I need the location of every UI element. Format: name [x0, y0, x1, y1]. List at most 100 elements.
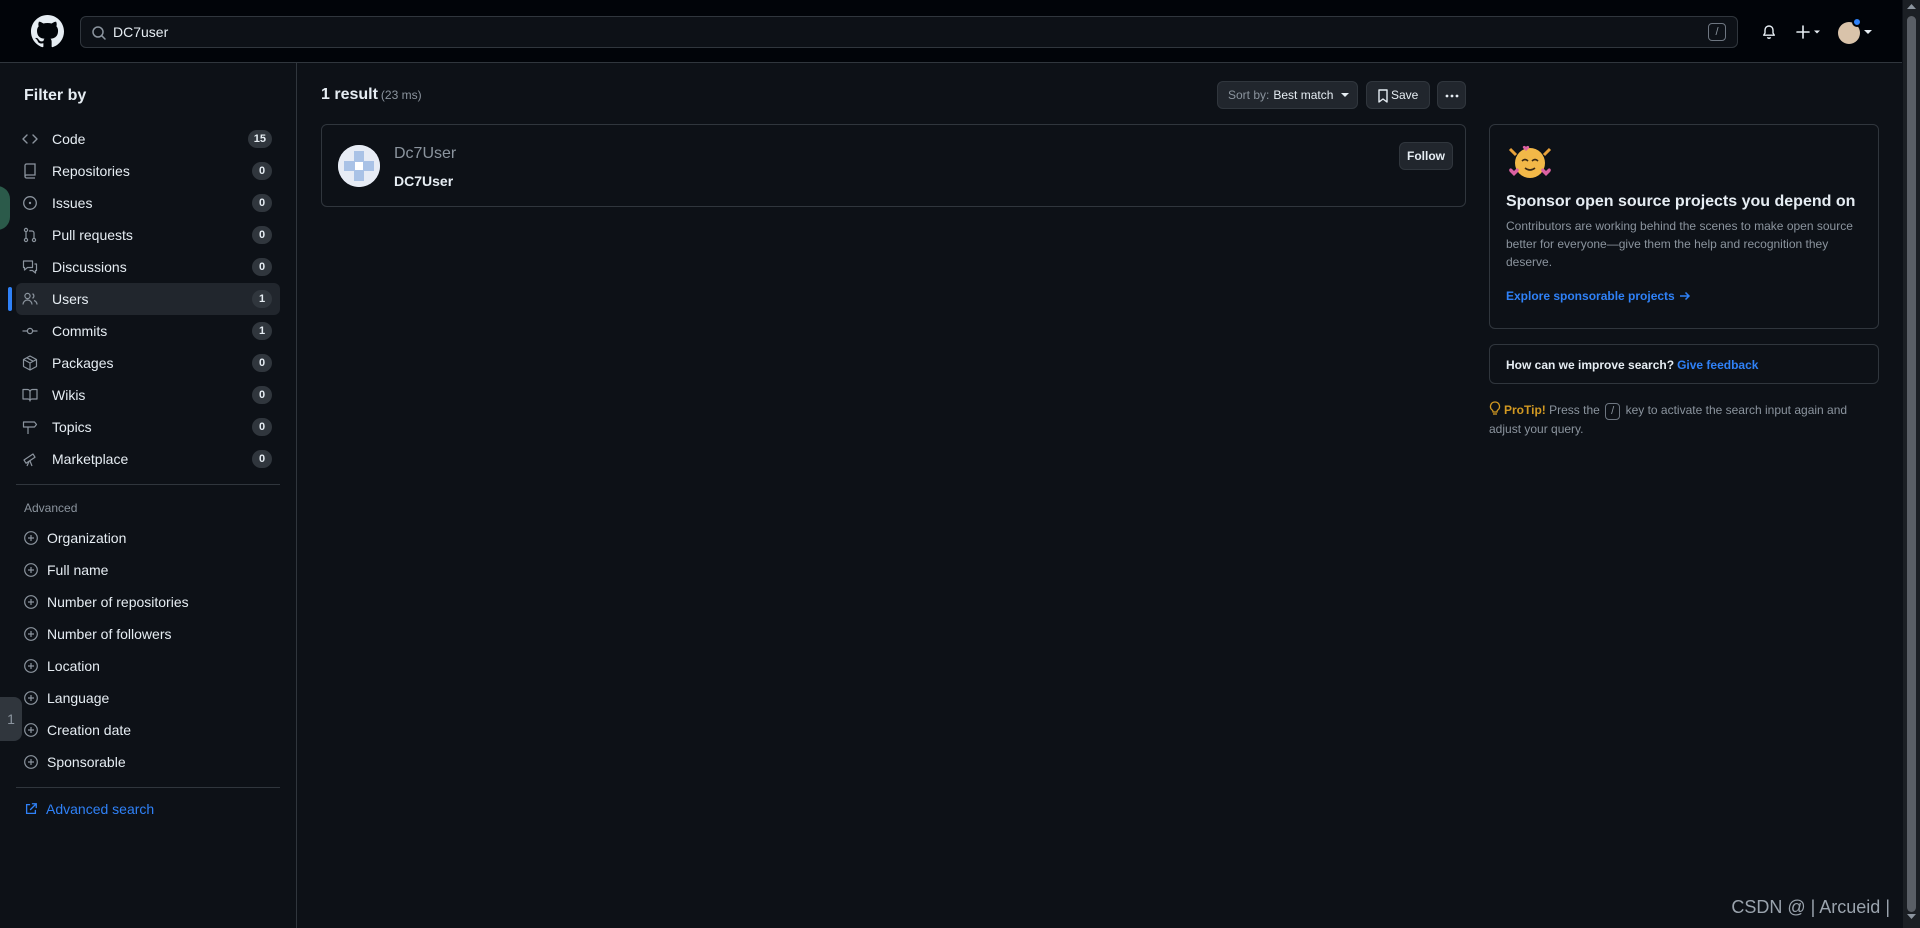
- search-icon: [91, 25, 107, 41]
- plus-circle-icon: [23, 658, 39, 674]
- page-scrollbar[interactable]: [1903, 0, 1920, 928]
- scrollbar-thumb[interactable]: [1907, 16, 1916, 912]
- sidebar-item-repositories[interactable]: Repositories 0: [16, 155, 280, 187]
- sponsor-description: Contributors are working behind the scen…: [1506, 219, 1853, 269]
- save-search-button[interactable]: Save: [1366, 81, 1430, 109]
- follow-button[interactable]: Follow: [1399, 142, 1453, 170]
- count-badge: 15: [247, 130, 272, 148]
- create-new-plus-icon[interactable]: [1796, 24, 1824, 40]
- sidebar-item-label: Marketplace: [52, 451, 129, 467]
- top-header: /: [0, 0, 1902, 63]
- advanced-filter-label: Creation date: [47, 722, 132, 738]
- advanced-filter-label: Number of repositories: [47, 594, 189, 610]
- repo-icon: [22, 163, 38, 179]
- explore-sponsorable-link[interactable]: Explore sponsorable projects: [1506, 289, 1691, 303]
- count-badge: 0: [252, 194, 272, 212]
- people-icon: [22, 291, 38, 307]
- code-icon: [22, 131, 38, 147]
- sidebar-item-marketplace[interactable]: Marketplace 0: [16, 443, 280, 475]
- advanced-filter-language[interactable]: Language: [16, 682, 280, 714]
- sidebar-item-label: Topics: [52, 419, 92, 435]
- count-badge: 0: [252, 418, 272, 436]
- pull-request-icon: [22, 227, 38, 243]
- advanced-search-label: Advanced search: [46, 801, 155, 817]
- sidebar-item-code[interactable]: Code 15: [16, 123, 280, 155]
- sort-prefix: Sort by:: [1228, 88, 1270, 102]
- count-badge: 0: [252, 354, 272, 372]
- arrow-right-icon: [1679, 290, 1691, 302]
- results-time: (23 ms): [380, 88, 422, 102]
- notifications-bell-icon[interactable]: [1761, 24, 1777, 40]
- light-bulb-icon: [1489, 401, 1501, 416]
- plus-circle-icon: [23, 722, 39, 738]
- advanced-filter-label: Full name: [47, 562, 109, 578]
- sidebar-item-pull-requests[interactable]: Pull requests 0: [16, 219, 280, 251]
- sidebar-divider: [16, 787, 280, 788]
- advanced-filter-full-name[interactable]: Full name: [16, 554, 280, 586]
- sort-value: Best match: [1273, 88, 1334, 102]
- explore-sponsorable-label: Explore sponsorable projects: [1506, 289, 1675, 303]
- advanced-filter-label: Organization: [47, 530, 127, 546]
- advanced-filter-label: Language: [47, 690, 110, 706]
- sidebar-item-issues[interactable]: Issues 0: [16, 187, 280, 219]
- external-link-icon: [24, 802, 38, 816]
- more-options-button[interactable]: [1437, 81, 1466, 109]
- sidebar-item-commits[interactable]: Commits 1: [16, 315, 280, 347]
- scroll-up-arrow-icon[interactable]: [1907, 3, 1916, 9]
- advanced-filter-organization[interactable]: Organization: [16, 522, 280, 554]
- advanced-filter-list: Organization Full name Number of reposit…: [16, 522, 280, 778]
- plus-circle-icon: [23, 754, 39, 770]
- type-filter-nav: Code 15 Repositories 0 Issues 0 Pull req…: [8, 123, 280, 475]
- advanced-filter-sponsorable[interactable]: Sponsorable: [16, 746, 280, 778]
- sidebar-item-topics[interactable]: Topics 0: [16, 411, 280, 443]
- sponsor-title: Sponsor open source projects you depend …: [1506, 193, 1856, 210]
- sidebar-item-label: Wikis: [52, 387, 86, 403]
- sidebar-divider: [16, 484, 280, 485]
- sort-dropdown[interactable]: Sort by: Best match: [1217, 81, 1358, 109]
- count-badge: 0: [252, 226, 272, 244]
- result-user-name[interactable]: DC7User: [394, 173, 453, 189]
- filter-by-heading: Filter by: [24, 87, 87, 104]
- plus-circle-icon: [23, 594, 39, 610]
- floating-side-tab[interactable]: 1: [0, 697, 22, 741]
- sidebar-item-label: Issues: [52, 195, 93, 211]
- result-user-login[interactable]: Dc7User: [394, 145, 456, 163]
- scroll-down-arrow-icon[interactable]: [1907, 914, 1916, 920]
- result-user-avatar[interactable]: [338, 145, 380, 187]
- sidebar-item-users[interactable]: Users 1: [8, 283, 280, 315]
- search-bar[interactable]: /: [80, 16, 1738, 48]
- protip-key: /: [1605, 403, 1621, 420]
- sponsor-mona-icon: [1506, 141, 1554, 181]
- protip-label: ProTip!: [1504, 403, 1546, 417]
- advanced-search-link[interactable]: Advanced search: [24, 801, 154, 817]
- results-heading: 1 result (23 ms): [321, 86, 422, 104]
- issue-icon: [22, 195, 38, 211]
- sidebar-item-packages[interactable]: Packages 0: [16, 347, 280, 379]
- advanced-filter-location[interactable]: Location: [16, 650, 280, 682]
- count-badge: 1: [252, 322, 272, 340]
- chevron-down-icon[interactable]: [1864, 30, 1872, 36]
- protip-text-before: Press the: [1549, 403, 1600, 417]
- feedback-question: How can we improve search?: [1506, 358, 1675, 372]
- sidebar-item-discussions[interactable]: Discussions 0: [16, 251, 280, 283]
- advanced-filter-number-of-repositories[interactable]: Number of repositories: [16, 586, 280, 618]
- advanced-filter-number-of-followers[interactable]: Number of followers: [16, 618, 280, 650]
- filter-sidebar: Filter by Code 15 Repositories 0 Issues …: [0, 63, 297, 928]
- github-logo-icon[interactable]: [31, 15, 64, 48]
- advanced-heading: Advanced: [24, 501, 78, 515]
- advanced-filter-creation-date[interactable]: Creation date: [16, 714, 280, 746]
- book-icon: [22, 387, 38, 403]
- sidebar-item-label: Repositories: [52, 163, 130, 179]
- csdn-watermark: CSDN @ | Arcueid |: [1731, 897, 1890, 917]
- results-count: 1 result: [321, 86, 378, 103]
- sidebar-item-label: Users: [52, 291, 89, 307]
- user-result-card: Dc7User DC7User Follow: [321, 124, 1466, 207]
- notification-dot-icon: [1852, 17, 1862, 27]
- count-badge: 1: [252, 290, 272, 308]
- sidebar-item-wikis[interactable]: Wikis 0: [16, 379, 280, 411]
- kebab-horizontal-icon: [1445, 94, 1459, 98]
- sidebar-item-label: Packages: [52, 355, 114, 371]
- sidebar-item-label: Code: [52, 131, 86, 147]
- search-input[interactable]: [113, 17, 1693, 47]
- give-feedback-link[interactable]: Give feedback: [1677, 358, 1758, 372]
